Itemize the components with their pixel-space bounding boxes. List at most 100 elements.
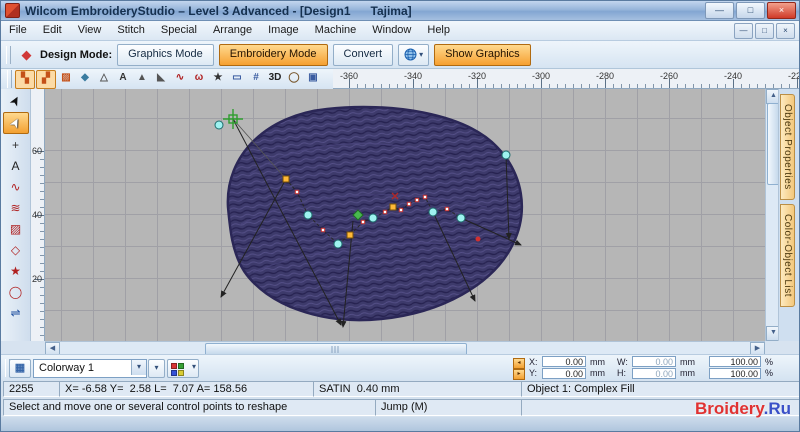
v-ruler-label: 20 bbox=[31, 274, 42, 284]
3d-view-icon[interactable]: 3D bbox=[266, 70, 284, 87]
scale-y-input[interactable] bbox=[709, 368, 761, 379]
h-unit-label: mm bbox=[680, 368, 695, 378]
grid-toggle-icon[interactable]: # bbox=[247, 70, 265, 87]
toolbar-grip[interactable] bbox=[7, 70, 12, 88]
minimize-button[interactable]: — bbox=[705, 2, 734, 19]
colorway-forward-button[interactable]: ▸ bbox=[513, 369, 525, 380]
horizontal-ruler: -360 -340 -320 -300 -280 -260 -240 -220 bbox=[333, 69, 799, 89]
menu-items: File Edit View Stitch Special Arrange Image Mac… bbox=[1, 21, 458, 40]
menu-window[interactable]: Window bbox=[364, 21, 419, 40]
selected-object-info: Object 1: Complex Fill bbox=[521, 381, 799, 397]
height-input[interactable] bbox=[632, 368, 676, 379]
watermark-text-2: .Ru bbox=[763, 399, 791, 418]
mdi-minimize-button[interactable]: — bbox=[734, 22, 753, 39]
globe-icon bbox=[404, 48, 417, 61]
column-b-icon[interactable]: ▲ bbox=[133, 70, 151, 87]
column-a-icon[interactable]: △ bbox=[95, 70, 113, 87]
color-swatch bbox=[178, 370, 184, 376]
h-label: H: bbox=[617, 368, 626, 378]
color-swatch bbox=[171, 370, 177, 376]
scale-x-input[interactable] bbox=[709, 356, 761, 367]
overview-window-icon[interactable]: ▣ bbox=[304, 70, 322, 87]
watermark: Broidery.Ru bbox=[695, 399, 791, 419]
embroidery-object[interactable] bbox=[226, 105, 524, 322]
scrollbar-corner bbox=[765, 341, 799, 354]
menu-view[interactable]: View bbox=[70, 21, 110, 40]
anchor-marker[interactable] bbox=[223, 109, 243, 129]
menu-image[interactable]: Image bbox=[260, 21, 307, 40]
colorway-selected-value: Colorway 1 bbox=[39, 362, 95, 374]
colorway-manager-button[interactable]: ▦ bbox=[9, 359, 31, 378]
toolbar-grip[interactable] bbox=[6, 45, 11, 64]
shapes-tool[interactable]: ◇ bbox=[4, 240, 28, 260]
mdi-restore-button[interactable]: □ bbox=[755, 22, 774, 39]
colorway-back-button[interactable]: ◂ bbox=[513, 358, 525, 369]
show-graphics-button[interactable]: Show Graphics bbox=[434, 43, 531, 66]
menu-help[interactable]: Help bbox=[419, 21, 458, 40]
v-ruler-label: 60 bbox=[31, 146, 42, 156]
design-canvas[interactable] bbox=[45, 89, 765, 341]
motif-fill-icon[interactable]: ω bbox=[190, 70, 208, 87]
y-position-input[interactable] bbox=[542, 368, 586, 379]
current-stitch-type: SATIN 0.40 mm bbox=[313, 381, 531, 397]
h-ruler-label: -300 bbox=[531, 71, 551, 81]
hoop-toggle-icon[interactable]: ◯ bbox=[285, 70, 303, 87]
menu-arrange[interactable]: Arrange bbox=[205, 21, 260, 40]
measure-tool[interactable]: + bbox=[4, 135, 28, 155]
maximize-button[interactable]: □ bbox=[736, 2, 765, 19]
colorway-dropdown-arrow-icon[interactable]: ▾ bbox=[131, 360, 146, 375]
vertical-ruler: 60 40 20 bbox=[31, 89, 45, 341]
embroidery-design-svg[interactable] bbox=[45, 89, 765, 341]
select-object-tool[interactable]: ➤ bbox=[4, 91, 28, 111]
tool-palette: ➤ ➤ + A ∿ ≋ ▨ ◇ ★ ◯ ⇌ bbox=[1, 89, 31, 341]
hoop-globe-button[interactable]: ▾ bbox=[398, 43, 430, 66]
lettering-icon[interactable]: A bbox=[114, 70, 132, 87]
wave-fill-icon[interactable]: ∿ bbox=[171, 70, 189, 87]
menu-machine[interactable]: Machine bbox=[307, 21, 365, 40]
star-tool[interactable]: ★ bbox=[4, 261, 28, 281]
run-stitch-icon[interactable]: ▞ bbox=[36, 69, 56, 89]
run-tool[interactable]: ∿ bbox=[4, 177, 28, 197]
prompt-bar: Select and move one or several control p… bbox=[1, 398, 799, 417]
design-mode-icon: ◆ bbox=[21, 46, 32, 62]
width-input[interactable] bbox=[632, 356, 676, 367]
vertical-scrollbar[interactable]: ▲ ▼ bbox=[765, 89, 781, 341]
colorway-list-button[interactable]: ▾ bbox=[148, 359, 165, 378]
menu-file[interactable]: File bbox=[1, 21, 35, 40]
colorway-select[interactable]: Colorway 1 ▾ bbox=[33, 359, 147, 378]
menu-special[interactable]: Special bbox=[153, 21, 205, 40]
ellipse-tool[interactable]: ◯ bbox=[4, 282, 28, 302]
x-label: X: bbox=[529, 357, 538, 367]
triple-run-icon[interactable]: ▨ bbox=[57, 70, 75, 87]
docker-tab-object-properties[interactable]: Object Properties bbox=[780, 94, 795, 200]
star-shape-icon[interactable]: ★ bbox=[209, 70, 227, 87]
status-bar: 2255 X= -6.58 Y= 2.58 L= 7.07 A= 158.56 … bbox=[1, 380, 799, 398]
v-ruler-label: 40 bbox=[31, 210, 42, 220]
globe-dropdown-arrow-icon: ▾ bbox=[419, 49, 424, 59]
horizontal-scrollbar[interactable]: ◀ ▶ bbox=[45, 341, 765, 357]
docker-tabs: Object Properties Color-Object List bbox=[779, 94, 799, 307]
column-c-icon[interactable]: ◣ bbox=[152, 70, 170, 87]
motif-run-icon[interactable]: ◆ bbox=[76, 70, 94, 87]
menu-stitch[interactable]: Stitch bbox=[109, 21, 153, 40]
docker-tab-color-object-list[interactable]: Color-Object List bbox=[780, 203, 795, 307]
menu-bar: File Edit View Stitch Special Arrange Image Mac… bbox=[1, 21, 799, 41]
x-position-input[interactable] bbox=[542, 356, 586, 367]
h-ruler-label: -220 bbox=[787, 71, 799, 81]
lettering-tool[interactable]: A bbox=[4, 156, 28, 176]
menu-edit[interactable]: Edit bbox=[35, 21, 70, 40]
satin-tool[interactable]: ≋ bbox=[4, 198, 28, 218]
mirror-merge-tool[interactable]: ⇌ bbox=[4, 303, 28, 323]
h-ruler-label: -340 bbox=[403, 71, 423, 81]
manual-stitch-icon[interactable]: ▚ bbox=[15, 69, 35, 89]
rectangle-shape-icon[interactable]: ▭ bbox=[228, 70, 246, 87]
mdi-close-button[interactable]: × bbox=[776, 22, 795, 39]
graphics-mode-button[interactable]: Graphics Mode bbox=[117, 43, 214, 66]
reshape-object-tool[interactable]: ➤ bbox=[2, 112, 29, 134]
fill-tool[interactable]: ▨ bbox=[4, 219, 28, 239]
embroidery-mode-button[interactable]: Embroidery Mode bbox=[218, 43, 328, 66]
convert-button[interactable]: Convert bbox=[332, 43, 394, 66]
title-bar: Wilcom EmbroideryStudio – Level 3 Advanc… bbox=[1, 1, 799, 21]
thread-colors-button[interactable]: ▾ bbox=[167, 359, 199, 378]
close-button[interactable]: × bbox=[767, 2, 796, 19]
